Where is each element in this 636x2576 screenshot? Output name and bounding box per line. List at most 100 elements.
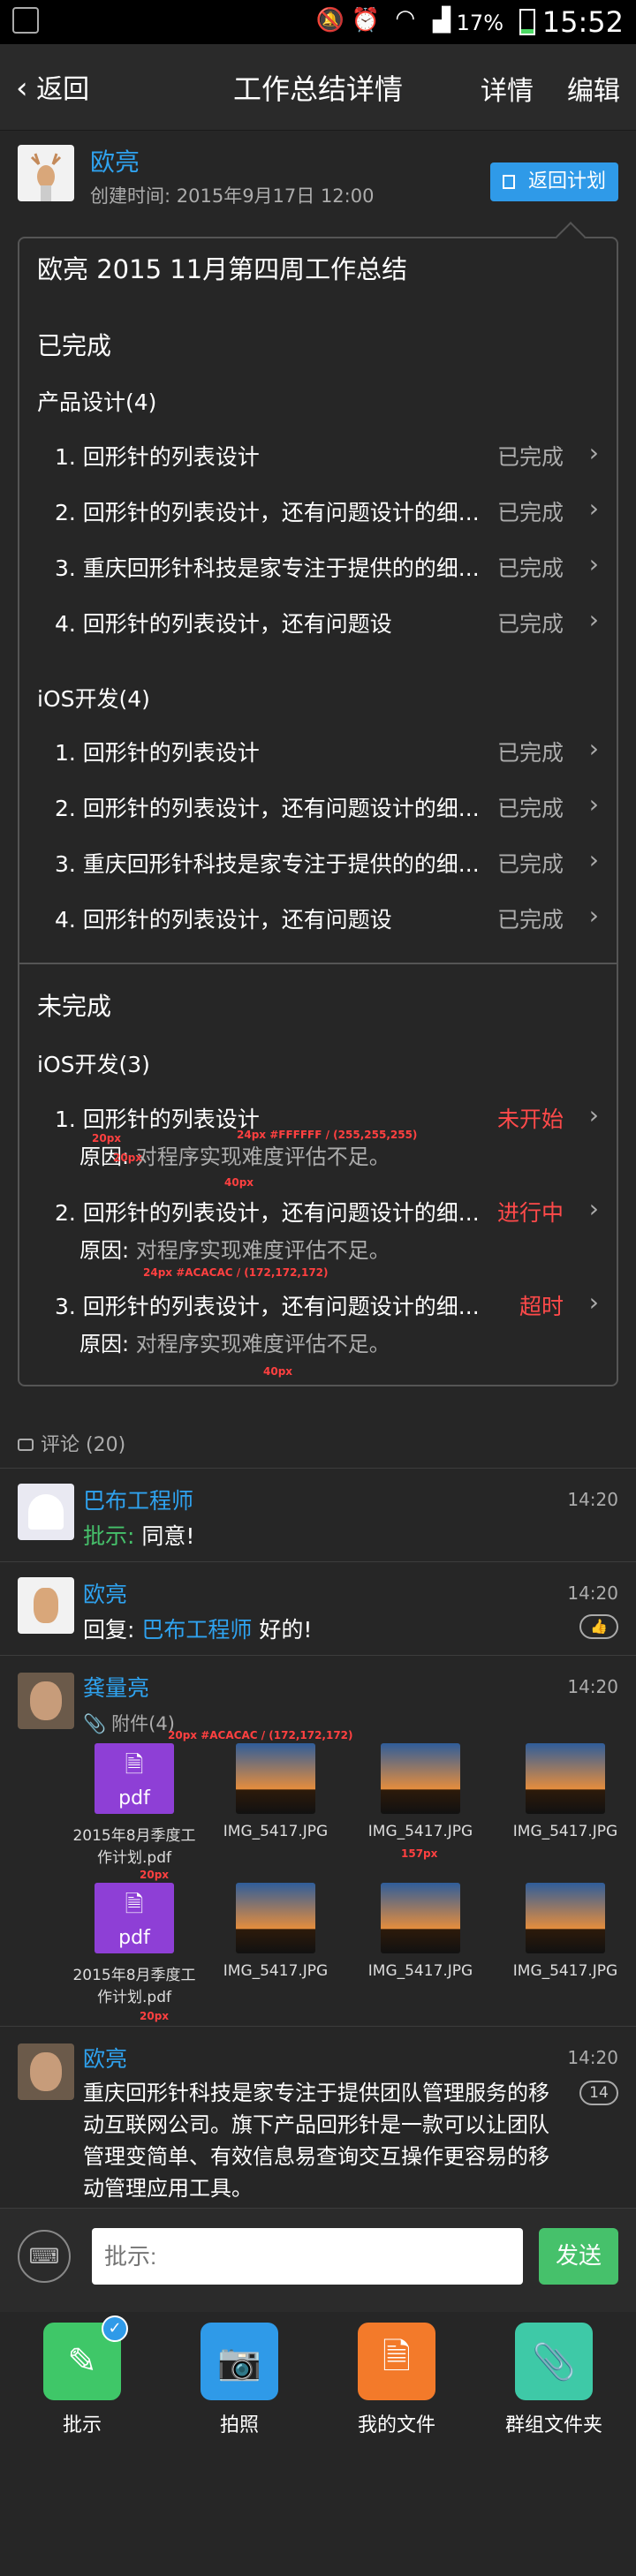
spec-annotation: 24px #FFFFFF / (255,255,255) xyxy=(237,1129,418,1141)
document-icon xyxy=(502,175,515,189)
camera-action[interactable]: 📷 拍照 xyxy=(164,2323,314,2437)
image-thumbnail xyxy=(236,1743,315,1814)
comment-item: 欧亮 14:20 重庆回形针科技是家专注于提供团队管理服务的移动互联网公司。旗下… xyxy=(0,2026,636,2208)
pen-icon: ✎ ✓ xyxy=(43,2315,128,2400)
attachment-item[interactable]: IMG_5417.JPG xyxy=(214,1883,337,1980)
return-plan-label: 返回计划 xyxy=(527,170,606,193)
reason-row: 原因: 对程序实现难度评估不足。 xyxy=(80,1233,390,1264)
reason-text: 对程序实现难度评估不足。 xyxy=(135,1238,390,1263)
edit-button[interactable]: 编辑 xyxy=(567,69,620,108)
comment-icon xyxy=(18,1439,34,1451)
author-avatar[interactable] xyxy=(18,145,74,201)
attachment-item[interactable]: 🗎 pdf 2015年8月季度工作计划.pdf xyxy=(72,1743,196,1867)
list-item[interactable]: 1. 回形针的列表设计 已完成 › xyxy=(55,438,599,472)
comment-text: 同意! xyxy=(141,1523,195,1549)
list-item[interactable]: 2. 回形针的列表设计，还有问题设计的细... 已完成 › xyxy=(55,494,599,527)
comment-input-bar: ⌨ 发送 xyxy=(0,2208,636,2312)
pdf-doc-glyph: 🗎 xyxy=(125,1751,144,1779)
item-text: 2. 回形针的列表设计，还有问题设计的细... xyxy=(55,1200,480,1226)
like-button[interactable]: 👍 xyxy=(579,1614,618,1639)
chevron-right-icon: › xyxy=(588,1100,599,1129)
avatar[interactable] xyxy=(18,1673,74,1729)
app-icon xyxy=(12,7,39,34)
item-status: 已完成 xyxy=(496,851,564,877)
comment-body: 批示: 同意! xyxy=(83,1519,194,1551)
comment-input[interactable] xyxy=(92,2228,523,2285)
item-text: 4. 回形针的列表设计，还有问题设 xyxy=(55,611,392,637)
keyboard-icon[interactable]: ⌨ xyxy=(18,2230,71,2283)
item-text: 1. 回形针的列表设计 xyxy=(55,740,260,766)
mention-link[interactable]: 巴布工程师 xyxy=(141,1617,252,1643)
pdf-icon: 🗎 pdf xyxy=(95,1743,174,1814)
list-item[interactable]: 2. 回形针的列表设计，还有问题设计的细... 进行中 › xyxy=(55,1194,599,1228)
return-plan-button[interactable]: 返回计划 xyxy=(489,162,618,201)
image-thumbnail xyxy=(381,1883,460,1953)
reason-text: 对程序实现难度评估不足。 xyxy=(135,1332,390,1356)
comment-item: 巴布工程师 14:20 批示: 同意! xyxy=(0,1468,636,1561)
comment-prefix: 回复: xyxy=(83,1617,135,1643)
list-item[interactable]: 3. 重庆回形针科技是家专注于提供的的细... 已完成 › xyxy=(55,549,599,583)
commenter-name[interactable]: 巴布工程师 xyxy=(83,1484,193,1515)
summary-title: 欧亮 2015 11月第四周工作总结 xyxy=(37,254,408,284)
attachment-item[interactable]: 🗎 pdf 2015年8月季度工作计划.pdf xyxy=(72,1883,196,2006)
attachment-item[interactable]: IMG_5417.JPG xyxy=(504,1743,627,1840)
back-button[interactable]: ‹ 返回 xyxy=(16,67,89,106)
list-item[interactable]: 1. 回形针的列表设计 已完成 › xyxy=(55,734,599,767)
commenter-name[interactable]: 欧亮 xyxy=(83,1577,127,1609)
pdf-icon: 🗎 pdf xyxy=(95,1883,174,1953)
list-item[interactable]: 2. 回形针的列表设计，还有问题设计的细... 已完成 › xyxy=(55,789,599,823)
reason-text: 对程序实现难度评估不足。 xyxy=(135,1144,390,1169)
spec-annotation: 20px #ACACAC / (172,172,172) xyxy=(168,1729,353,1741)
horse-icon xyxy=(28,1494,64,1530)
attachments-count: 附件(4) xyxy=(111,1713,175,1734)
spec-annotation: 20px xyxy=(92,1132,122,1144)
reason-row: 原因: 对程序实现难度评估不足。 xyxy=(80,1326,390,1357)
send-button[interactable]: 发送 xyxy=(539,2228,618,2285)
attachment-item[interactable]: IMG_5417.JPG xyxy=(504,1883,627,1980)
item-text: 2. 回形针的列表设计，还有问题设计的细... xyxy=(55,796,480,821)
attachment-name: 2015年8月季度工作计划.pdf xyxy=(72,1967,196,2006)
detail-button[interactable]: 详情 xyxy=(481,69,534,108)
attachment-name: 2015年8月季度工作计划.pdf xyxy=(72,1827,196,1867)
chevron-right-icon: › xyxy=(588,1288,599,1317)
attachment-item[interactable]: IMG_5417.JPG xyxy=(214,1743,337,1840)
spec-annotation: 157px xyxy=(401,1847,438,1860)
comment-body: 回复: 巴布工程师 好的! xyxy=(83,1613,312,1644)
item-status: 已完成 xyxy=(496,555,564,581)
commenter-name[interactable]: 欧亮 xyxy=(83,2042,127,2074)
attachment-item[interactable]: IMG_5417.JPG xyxy=(359,1883,482,1980)
summary-card: 欧亮 2015 11月第四周工作总结 已完成 产品设计(4) 1. 回形针的列表… xyxy=(18,222,618,1386)
list-item[interactable]: 4. 回形针的列表设计，还有问题设 已完成 › xyxy=(55,901,599,934)
comment-text: 重庆回形针科技是家专注于提供团队管理服务的移动互联网公司。旗下产品回形针是一款可… xyxy=(83,2081,549,2201)
comments-count: 评论 (20) xyxy=(41,1434,126,1456)
attachments-label: 📎 附件(4) xyxy=(83,1710,175,1736)
camera-icon: 📷 xyxy=(201,2323,278,2400)
attachment-name: IMG_5417.JPG xyxy=(223,1823,329,1840)
list-item[interactable]: 3. 重庆回形针科技是家专注于提供的的细... 已完成 › xyxy=(55,845,599,879)
mute-icon: 🔕 xyxy=(315,7,344,34)
spec-annotation: 24px #ACACAC / (172,172,172) xyxy=(143,1266,329,1279)
item-text: 1. 回形针的列表设计 xyxy=(55,444,260,470)
author-name[interactable]: 欧亮 xyxy=(90,143,140,178)
chevron-right-icon: › xyxy=(588,438,599,467)
approve-action[interactable]: ✎ ✓ 批示 xyxy=(7,2315,157,2437)
commenter-name[interactable]: 龚量亮 xyxy=(83,1671,149,1703)
attachment-name: IMG_5417.JPG xyxy=(367,1962,473,1980)
attachment-item[interactable]: IMG_5417.JPG xyxy=(359,1743,482,1840)
comments-header: 评论 (20) xyxy=(18,1429,125,1457)
chevron-right-icon: › xyxy=(588,605,599,634)
list-item[interactable]: 4. 回形针的列表设计，还有问题设 已完成 › xyxy=(55,605,599,638)
avatar[interactable] xyxy=(18,1577,74,1634)
my-files-action[interactable]: 🗎 我的文件 xyxy=(322,2323,472,2437)
image-thumbnail xyxy=(236,1883,315,1953)
attachment-name: IMG_5417.JPG xyxy=(367,1823,473,1840)
group-folder-action[interactable]: 📎 群组文件夹 xyxy=(479,2323,629,2437)
reply-count-badge[interactable]: 14 xyxy=(579,2081,618,2105)
deer-icon xyxy=(34,1588,58,1623)
group-title: iOS开发(4) xyxy=(37,686,150,712)
avatar[interactable] xyxy=(18,1484,74,1540)
comment-time: 14:20 xyxy=(567,1676,618,1697)
list-item[interactable]: 3. 回形针的列表设计，还有问题设计的细... 超时 › xyxy=(55,1288,599,1321)
avatar[interactable] xyxy=(18,2043,74,2100)
item-status: 已完成 xyxy=(496,796,564,821)
